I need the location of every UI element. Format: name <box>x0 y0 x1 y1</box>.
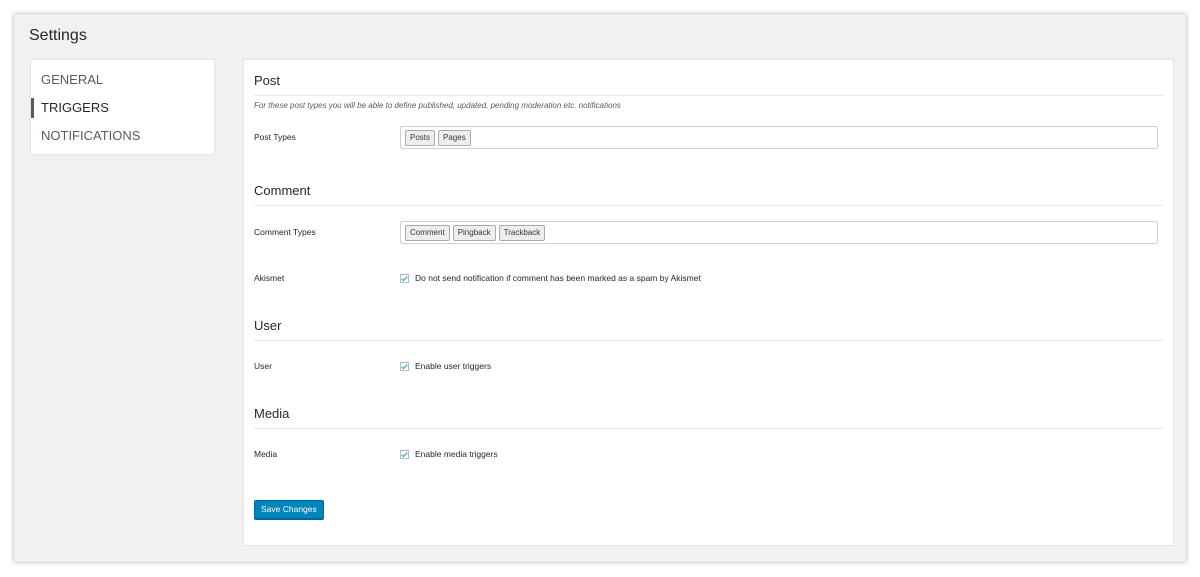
user-triggers-option: Enable user triggers <box>400 360 491 372</box>
akismet-checkbox-label[interactable]: Do not send notification if comment has … <box>415 273 701 283</box>
section-title-media: Media <box>254 406 290 421</box>
section-divider <box>254 205 1164 206</box>
section-title-post: Post <box>254 73 281 88</box>
tab-general[interactable]: GENERAL <box>31 66 214 94</box>
section-title-comment: Comment <box>254 183 311 198</box>
section-title-user: User <box>254 318 282 333</box>
post-types-description: For these post types you will be able to… <box>254 101 621 110</box>
triggers-panel: Post For these post types you will be ab… <box>243 59 1174 546</box>
comment-type-chip[interactable]: Trackback <box>498 225 546 241</box>
post-types-label: Post Types <box>254 132 296 142</box>
section-divider <box>254 95 1164 96</box>
save-changes-button[interactable]: Save Changes <box>254 500 324 519</box>
settings-tabs: GENERAL TRIGGERS NOTIFICATIONS <box>30 59 215 155</box>
page-title: Settings <box>29 27 87 44</box>
user-label: User <box>254 361 272 371</box>
akismet-option: Do not send notification if comment has … <box>400 272 701 284</box>
media-triggers-checkbox[interactable] <box>400 449 409 459</box>
comment-type-chip[interactable]: Pingback <box>452 225 496 241</box>
user-triggers-checkbox[interactable] <box>400 361 409 371</box>
user-triggers-label[interactable]: Enable user triggers <box>415 361 491 371</box>
tab-triggers[interactable]: TRIGGERS <box>31 94 214 122</box>
comment-types-label: Comment Types <box>254 227 316 237</box>
section-divider <box>254 428 1164 429</box>
comment-type-chip[interactable]: Comment <box>405 225 450 241</box>
comment-types-input[interactable]: Comment Pingback Trackback <box>400 221 1158 244</box>
media-triggers-label[interactable]: Enable media triggers <box>415 449 498 459</box>
section-divider <box>254 340 1164 341</box>
settings-window: Settings GENERAL TRIGGERS NOTIFICATIONS … <box>14 14 1186 562</box>
media-triggers-option: Enable media triggers <box>400 448 498 460</box>
akismet-checkbox[interactable] <box>400 273 409 283</box>
media-label: Media <box>254 449 278 459</box>
post-type-chip[interactable]: Posts <box>405 130 436 146</box>
akismet-label: Akismet <box>254 273 285 283</box>
tab-notifications[interactable]: NOTIFICATIONS <box>31 122 214 150</box>
post-type-chip[interactable]: Pages <box>438 130 471 146</box>
post-types-input[interactable]: Posts Pages <box>400 126 1158 149</box>
